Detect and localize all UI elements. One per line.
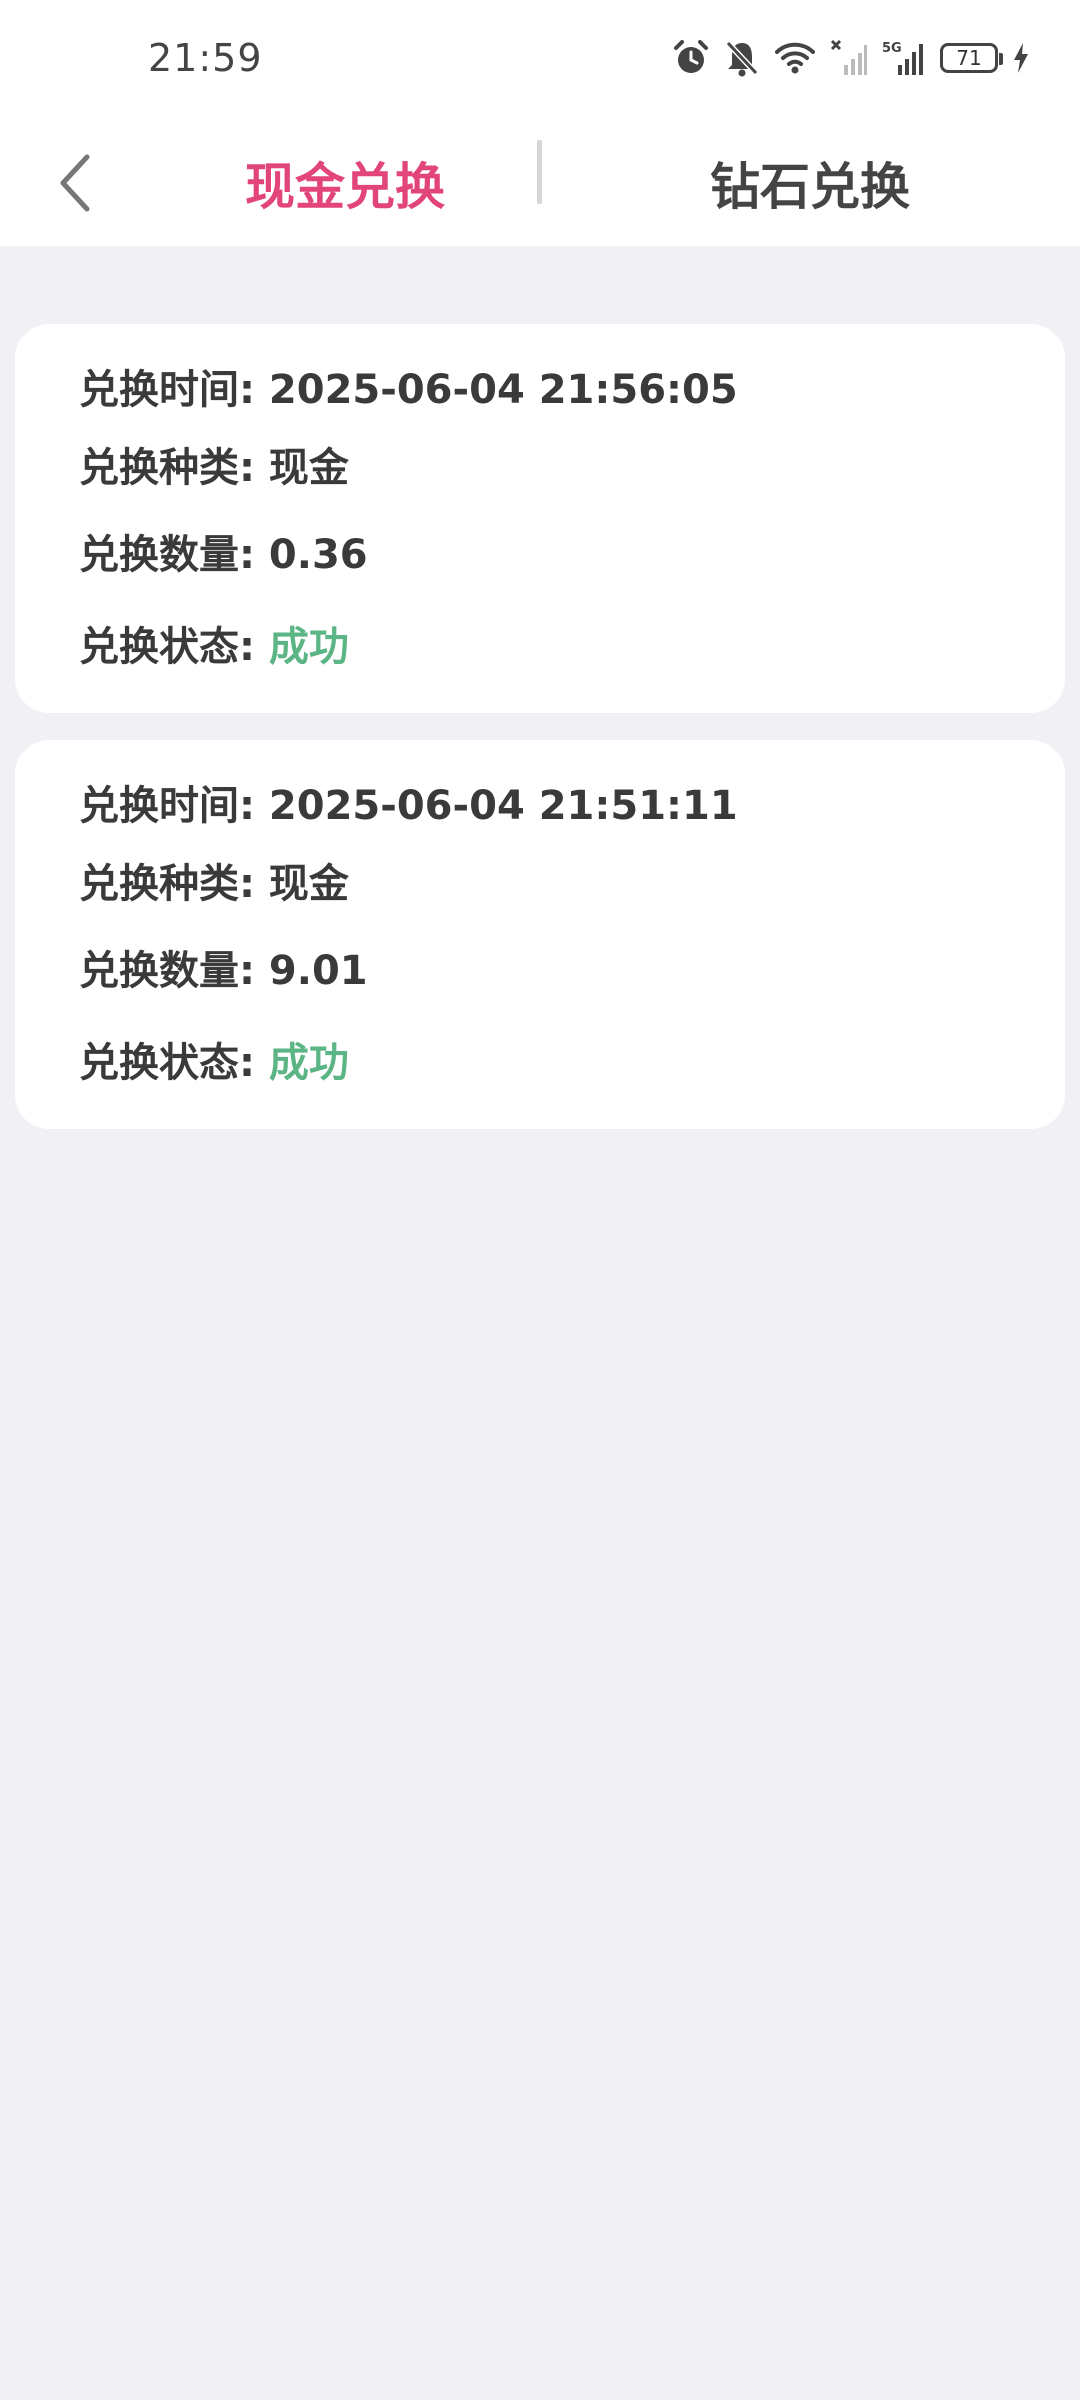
tab-diamond-exchange[interactable]: 钻石兑换 [665, 140, 955, 226]
record-amount-row: 兑换数量: 0.36 [79, 531, 1065, 623]
battery-icon: 71 [940, 43, 1003, 73]
battery-level: 71 [956, 46, 982, 70]
exchange-record-card: 兑换时间: 2025-06-04 21:51:11 兑换种类: 现金 兑换数量:… [15, 740, 1065, 1129]
record-type-row: 兑换种类: 现金 [79, 444, 1065, 531]
record-type-label: 兑换种类: [79, 445, 269, 491]
exchange-record-card: 兑换时间: 2025-06-04 21:56:05 兑换种类: 现金 兑换数量:… [15, 324, 1065, 713]
record-time-value: 2025-06-04 21:56:05 [268, 367, 738, 413]
record-amount-row: 兑换数量: 9.01 [79, 947, 1065, 1039]
record-time-value: 2025-06-04 21:51:11 [268, 783, 738, 829]
exchange-record-list: 兑换时间: 2025-06-04 21:56:05 兑换种类: 现金 兑换数量:… [15, 324, 1065, 1156]
record-amount-value: 9.01 [268, 948, 368, 994]
record-type-row: 兑换种类: 现金 [79, 860, 1065, 947]
record-time-row: 兑换时间: 2025-06-04 21:56:05 [79, 366, 1065, 444]
status-icons: 5G 71 [672, 36, 1030, 80]
record-amount-label: 兑换数量: [79, 532, 269, 578]
record-amount-label: 兑换数量: [79, 948, 269, 994]
back-button[interactable] [40, 138, 110, 228]
record-status-value: 成功 [268, 624, 349, 670]
signal-5g-icon: 5G [882, 41, 923, 75]
signal-off-icon [830, 39, 867, 75]
record-time-label: 兑换时间: [79, 367, 269, 413]
record-type-value: 现金 [268, 445, 349, 491]
record-type-value: 现金 [268, 861, 349, 907]
svg-text:5G: 5G [882, 41, 902, 56]
chevron-left-icon [60, 154, 90, 212]
record-status-row: 兑换状态: 成功 [79, 1039, 1065, 1087]
tab-cash-exchange[interactable]: 现金兑换 [200, 140, 490, 226]
record-time-row: 兑换时间: 2025-06-04 21:51:11 [79, 782, 1065, 860]
tab-divider [537, 140, 542, 204]
status-bar: 21:59 5G 71 [0, 0, 1080, 120]
record-status-value: 成功 [268, 1040, 349, 1086]
charging-bolt-icon [1014, 43, 1028, 73]
status-time: 21:59 [148, 36, 263, 80]
record-time-label: 兑换时间: [79, 783, 269, 829]
record-type-label: 兑换种类: [79, 861, 269, 907]
record-amount-value: 0.36 [268, 532, 368, 578]
wifi-icon [775, 42, 815, 74]
top-navigation: 现金兑换 钻石兑换 [0, 120, 1080, 246]
record-status-label: 兑换状态: [79, 1040, 269, 1086]
alarm-icon [674, 40, 708, 73]
record-status-label: 兑换状态: [79, 624, 269, 670]
bell-off-icon [725, 40, 759, 77]
record-status-row: 兑换状态: 成功 [79, 623, 1065, 671]
